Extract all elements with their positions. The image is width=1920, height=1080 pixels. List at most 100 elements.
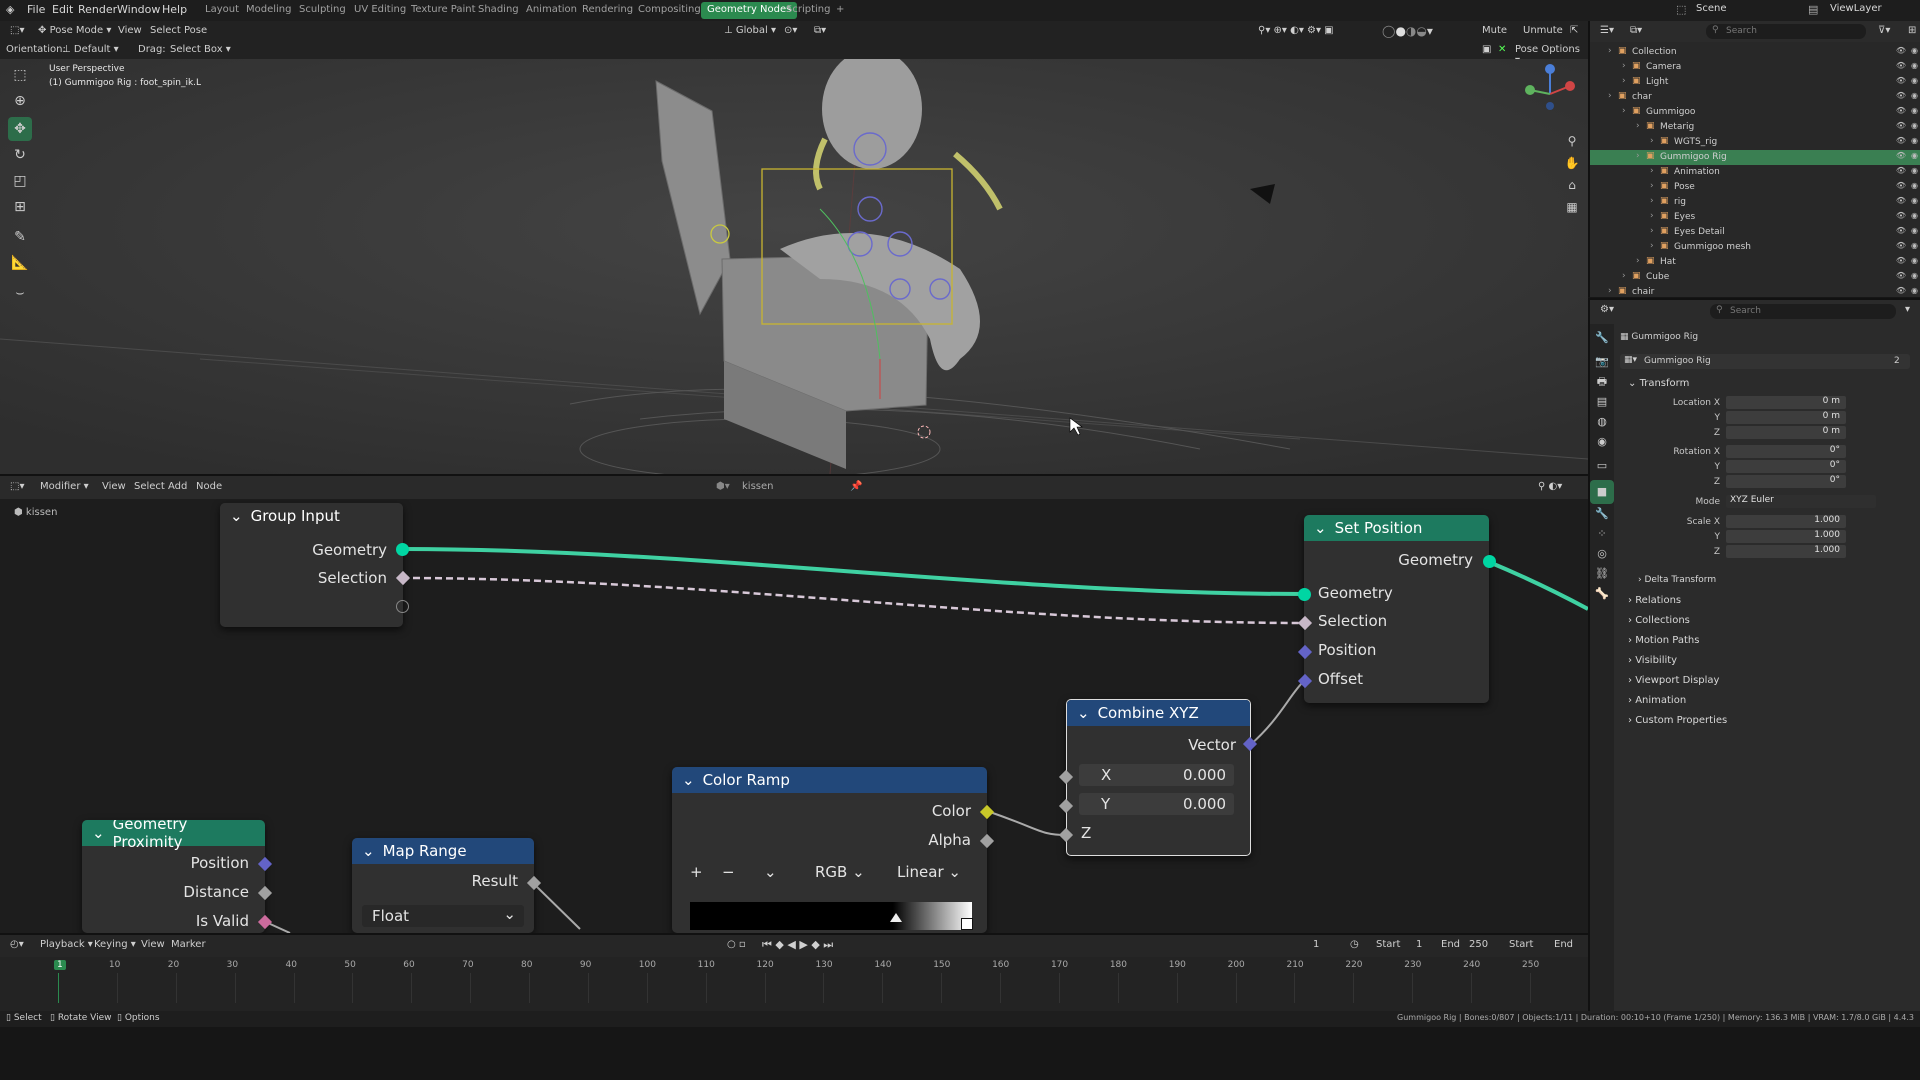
render-visibility-icon[interactable]: ◉ (1911, 256, 1918, 265)
map-range-header[interactable]: ⌄ Map Range (352, 838, 534, 864)
rendered-shading-icon[interactable]: ◒ (1416, 24, 1426, 38)
timeline-editor[interactable]: ◴▾ Playback ▾ Keying ▾ View Marker ○ ▫ ⏮… (0, 933, 1588, 1019)
scale-tool-icon[interactable]: ◰ (8, 169, 32, 193)
expand-chevron-icon[interactable]: › (1622, 61, 1626, 71)
visibility-eye-icon[interactable]: 👁 (1896, 226, 1906, 235)
blender-logo-icon[interactable]: ◈ (6, 3, 14, 16)
annotate-tool-icon[interactable]: ✎ (8, 225, 32, 249)
render-visibility-icon[interactable]: ◉ (1911, 241, 1918, 250)
camera-view-icon[interactable]: ⌂ (1560, 173, 1584, 197)
transform-tool-icon[interactable]: ⊞ (8, 195, 32, 219)
render-visibility-icon[interactable]: ◉ (1911, 271, 1918, 280)
object-tab-icon[interactable]: ■ (1590, 480, 1614, 504)
pin-node-tree-icon[interactable]: 📌 (850, 481, 862, 492)
tab-texture-paint[interactable]: Texture Paint (405, 2, 482, 19)
scene-name[interactable]: Scene (1696, 3, 1727, 14)
rotation-mode-dropdown[interactable]: XYZ Euler (1726, 495, 1876, 508)
set-position-out-geometry-socket[interactable] (1483, 555, 1496, 568)
orientation-dropdown[interactable]: ⊥ Default ▾ (62, 44, 119, 55)
menu-edit[interactable]: Edit (52, 3, 73, 16)
expand-chevron-icon[interactable]: › (1636, 151, 1640, 161)
mute-button[interactable]: Mute (1482, 25, 1507, 36)
timeline-menu-view[interactable]: View (141, 939, 165, 950)
timeline-editor-type-icon[interactable]: ◴▾ (10, 939, 24, 950)
render-visibility-icon[interactable]: ◉ (1911, 181, 1918, 190)
node-tree-type-dropdown[interactable]: Modifier ▾ (40, 481, 89, 492)
property-panel-header[interactable]: › Viewport Display (1628, 675, 1719, 686)
outliner-row[interactable]: › ▣ Collection 👁 ◉ (1590, 45, 1920, 60)
node-menu-node[interactable]: Node (196, 481, 222, 492)
property-panel-header[interactable]: › Relations (1628, 595, 1681, 606)
outliner-row[interactable]: › ▣ Eyes Detail 👁 ◉ (1590, 225, 1920, 240)
timeline-menu-marker[interactable]: Marker (171, 939, 206, 950)
solid-shading-icon[interactable]: ● (1395, 24, 1405, 38)
expand-chevron-icon[interactable]: › (1636, 121, 1640, 131)
outliner-row[interactable]: › ▣ Pose 👁 ◉ (1590, 180, 1920, 195)
editor-type-icon[interactable]: ⬚▾ (10, 25, 24, 36)
timeline-ruler[interactable]: 1 10 20 30 40 50 60 70 80 90 100 110 120 130 140 150 160… (0, 957, 1588, 1005)
geometry-proximity-node[interactable]: ⌄ Geometry Proximity Position Distance Is… (82, 820, 265, 933)
tab-layout[interactable]: Layout (199, 2, 245, 19)
add-stop-icon[interactable]: + (690, 863, 703, 881)
combine-xyz-node[interactable]: ⌄ Combine XYZ Vector X 0.000 Y 0.000 Z (1066, 699, 1251, 856)
ramp-menu-chevron-icon[interactable]: ⌄ (764, 863, 777, 881)
transform-orientation-dropdown[interactable]: ⊥ Global ▾ (724, 25, 776, 36)
start-frame-field[interactable]: 1 (1416, 939, 1422, 950)
properties-editor-icon[interactable]: ⚙▾ (1600, 304, 1614, 315)
node-menu-view[interactable]: View (102, 481, 126, 492)
expand-chevron-icon[interactable]: › (1608, 46, 1612, 56)
group-input-node[interactable]: ⌄ Group Input Geometry Selection (220, 503, 403, 627)
expand-chevron-icon[interactable]: › (1650, 241, 1654, 251)
visibility-eye-icon[interactable]: 👁 (1896, 136, 1906, 145)
rotate-tool-icon[interactable]: ↻ (8, 143, 32, 167)
menu-help[interactable]: Help (162, 3, 187, 16)
menu-view[interactable]: View (118, 25, 142, 36)
expand-chevron-icon[interactable]: › (1622, 271, 1626, 281)
pan-hand-icon[interactable]: ✋ (1560, 151, 1584, 175)
geometry-proximity-header[interactable]: ⌄ Geometry Proximity (82, 820, 265, 851)
node-editor-type-icon[interactable]: ⬚▾ (10, 481, 24, 492)
visibility-eye-icon[interactable]: 👁 (1896, 196, 1906, 205)
menu-pose[interactable]: Pose (184, 25, 207, 36)
object-name-field[interactable]: ▦▾ Gummigoo Rig 2 (1620, 354, 1910, 369)
expand-chevron-icon[interactable]: › (1650, 181, 1654, 191)
combine-xyz-y-field[interactable]: Y 0.000 (1079, 793, 1234, 815)
render-visibility-icon[interactable]: ◉ (1911, 91, 1918, 100)
property-panel-header[interactable]: › Custom Properties (1628, 715, 1727, 726)
render-visibility-icon[interactable]: ◉ (1911, 226, 1918, 235)
combine-xyz-header[interactable]: ⌄ Combine XYZ (1067, 700, 1250, 726)
data-tab-icon[interactable]: 🦴 (1590, 582, 1614, 606)
set-position-node[interactable]: ⌄ Set Position Geometry Geometry Selectio… (1304, 515, 1489, 703)
next-key-icon[interactable]: ◆ (811, 938, 819, 951)
render-visibility-icon[interactable]: ◉ (1911, 106, 1918, 115)
outliner-row[interactable]: › ▣ Cube 👁 ◉ (1590, 270, 1920, 285)
render-visibility-icon[interactable]: ◉ (1911, 166, 1918, 175)
menu-render[interactable]: Render (78, 3, 117, 16)
node-menu-add[interactable]: Add (168, 481, 187, 492)
visibility-eye-icon[interactable]: 👁 (1896, 76, 1906, 85)
play-reverse-icon[interactable]: ◀ (787, 938, 795, 951)
ramp-stop-black-handle[interactable] (890, 913, 902, 922)
outliner-row[interactable]: › ▣ Camera 👁 ◉ (1590, 60, 1920, 75)
collapse-chevron-icon[interactable]: ⌄ (1314, 519, 1327, 537)
clock-icon[interactable]: ◷ (1350, 939, 1359, 950)
collapse-chevron-icon[interactable]: ⌄ (92, 824, 105, 842)
render-visibility-icon[interactable]: ◉ (1911, 196, 1918, 205)
measure-tool-icon[interactable]: 📐 (8, 251, 32, 275)
property-panel-header[interactable]: › Collections (1628, 615, 1690, 626)
cursor-tool-icon[interactable]: ⊕ (8, 89, 32, 113)
location-z-field[interactable]: 0 m (1726, 426, 1846, 439)
shading-mode-icons[interactable]: ◯●◑◒▾ (1382, 24, 1433, 38)
properties-options-icon[interactable]: ▾ (1905, 304, 1910, 315)
render-visibility-icon[interactable]: ◉ (1911, 151, 1918, 160)
rotation-y-field[interactable]: 0° (1726, 460, 1846, 473)
menu-file[interactable]: File (27, 3, 45, 16)
outliner-search-input[interactable]: ⚲ Search (1706, 24, 1866, 39)
node-tree-name[interactable]: kissen (742, 481, 773, 492)
expand-chevron-icon[interactable]: › (1650, 166, 1654, 176)
outliner-row[interactable]: › ▣ Gummigoo 👁 ◉ (1590, 105, 1920, 120)
render-visibility-icon[interactable]: ◉ (1911, 76, 1918, 85)
select-box-icon[interactable]: ⬚ (8, 63, 32, 87)
location-y-field[interactable]: 0 m (1726, 411, 1846, 424)
display-mode-icon[interactable]: ⧉▾ (1630, 25, 1642, 36)
